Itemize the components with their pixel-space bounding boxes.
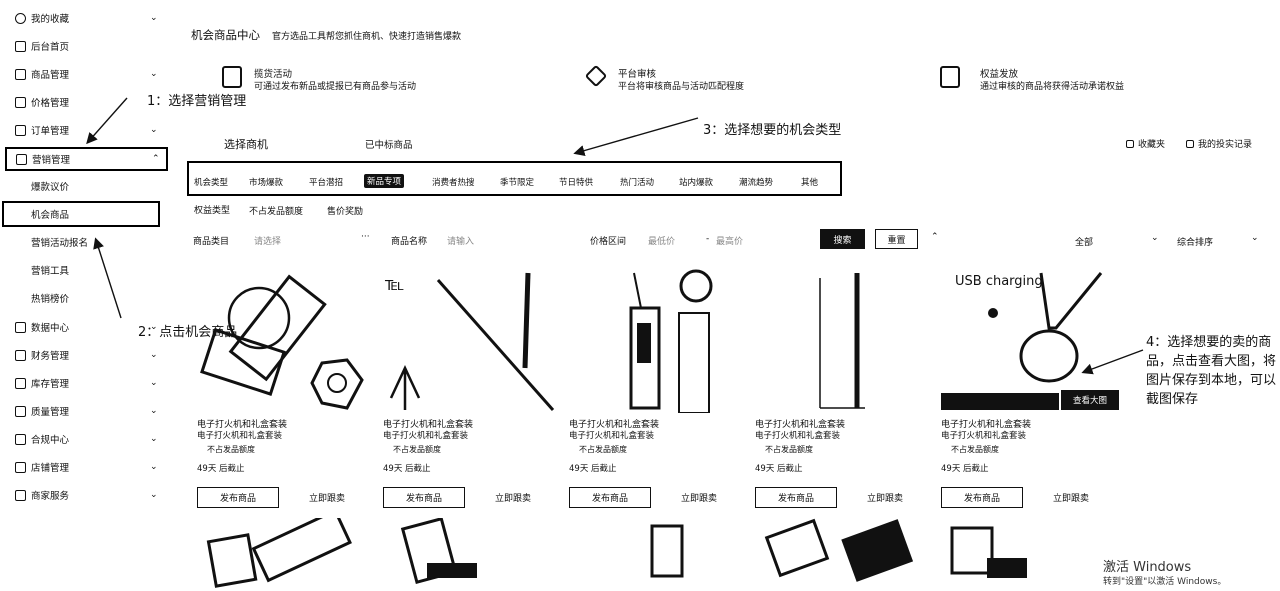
follow-sell-link[interactable]: 立即跟卖: [495, 491, 531, 504]
product-tag: 不占发品额度: [765, 445, 813, 454]
product-tag: 不占发品额度: [579, 445, 627, 454]
product-tag: 不占发品额度: [951, 445, 999, 454]
product-card[interactable]: USB charging 查看大图 电子打火机和礼盒套装 电子打火机和礼盒套装 …: [941, 268, 1119, 513]
product-subtitle: 电子打火机和礼盒套装: [383, 431, 469, 441]
product-subtitle: 电子打火机和礼盒套装: [197, 431, 283, 441]
product-card[interactable]: ℡ 电子打火机和礼盒套装 电子打火机和礼盒套装 不占发品额度 49天 后截止 发…: [383, 268, 558, 513]
arrow-step3: [573, 117, 699, 157]
product-card[interactable]: 电子打火机和礼盒套装 电子打火机和礼盒套装 不占发品额度 49天 后截止 发布商…: [197, 268, 372, 513]
publish-button[interactable]: 发布商品: [197, 487, 279, 508]
product-subtitle: 电子打火机和礼盒套装: [941, 431, 1027, 441]
publish-button[interactable]: 发布商品: [755, 487, 837, 508]
publish-button[interactable]: 发布商品: [941, 487, 1023, 508]
svg-text:℡: ℡: [384, 274, 404, 295]
product-deadline: 49天 后截止: [383, 464, 431, 474]
product-image[interactable]: [755, 268, 930, 413]
product-subtitle: 电子打火机和礼盒套装: [755, 431, 841, 441]
product-subtitle: 电子打火机和礼盒套装: [569, 431, 655, 441]
publish-button[interactable]: 发布商品: [569, 487, 651, 508]
product-image[interactable]: ℡: [383, 268, 558, 413]
follow-sell-link[interactable]: 立即跟卖: [681, 491, 717, 504]
usb-caption: USB charging: [955, 274, 1043, 289]
activate-windows-title: 激活 Windows: [1103, 560, 1192, 575]
product-deadline: 49天 后截止: [569, 464, 617, 474]
publish-button[interactable]: 发布商品: [383, 487, 465, 508]
follow-sell-link[interactable]: 立即跟卖: [1053, 491, 1089, 504]
product-image[interactable]: [569, 268, 744, 413]
annotation-step4: 4：选择想要的卖的商品，点击查看大图，将图片保存到本地，可以截图保存: [1146, 335, 1277, 407]
annotation-step3: 3：选择想要的机会类型: [703, 123, 842, 138]
product-deadline: 49天 后截止: [941, 464, 989, 474]
annotation-step1: 1：选择营销管理: [147, 94, 247, 109]
follow-sell-link[interactable]: 立即跟卖: [867, 491, 903, 504]
product-row-2-images[interactable]: [197, 518, 1197, 591]
arrow-step2: [93, 237, 122, 319]
view-large-image-button[interactable]: 查看大图: [1061, 390, 1119, 410]
product-deadline: 49天 后截止: [197, 464, 245, 474]
activate-windows-subtitle: 转到"设置"以激活 Windows。: [1103, 577, 1227, 587]
product-tag: 不占发品额度: [393, 445, 441, 454]
product-card[interactable]: 电子打火机和礼盒套装 电子打火机和礼盒套装 不占发品额度 49天 后截止 发布商…: [569, 268, 744, 513]
arrow-step1: [86, 97, 128, 145]
product-deadline: 49天 后截止: [755, 464, 803, 474]
product-card[interactable]: 电子打火机和礼盒套装 电子打火机和礼盒套装 不占发品额度 49天 后截止 发布商…: [755, 268, 930, 513]
follow-sell-link[interactable]: 立即跟卖: [309, 491, 345, 504]
product-tag: 不占发品额度: [207, 445, 255, 454]
product-image[interactable]: [197, 268, 372, 413]
